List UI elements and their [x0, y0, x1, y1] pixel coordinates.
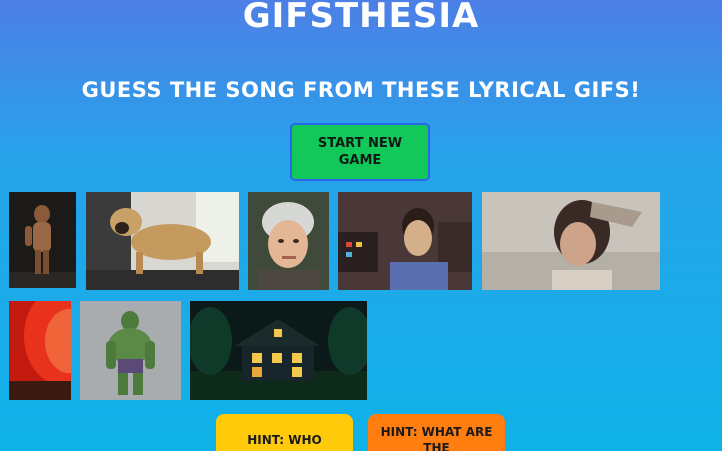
gif-tile	[338, 192, 472, 290]
game-instructions: GUESS THE SONG FROM THESE LYRICAL GIFS!	[81, 78, 641, 102]
gif-tile	[9, 192, 76, 288]
hint-who-button[interactable]: HINT: WHO	[216, 414, 353, 451]
gif-tile	[190, 301, 367, 400]
gif-tile	[9, 301, 71, 400]
app-title: GIFSTHESIA	[242, 0, 480, 36]
start-new-game-button[interactable]: START NEW GAME	[290, 123, 430, 181]
hint-what-button[interactable]: HINT: WHAT ARE THE	[368, 414, 505, 451]
gif-tile	[482, 192, 660, 290]
gif-tile	[86, 192, 239, 290]
gif-tile	[80, 301, 181, 400]
gif-tile	[248, 192, 329, 290]
